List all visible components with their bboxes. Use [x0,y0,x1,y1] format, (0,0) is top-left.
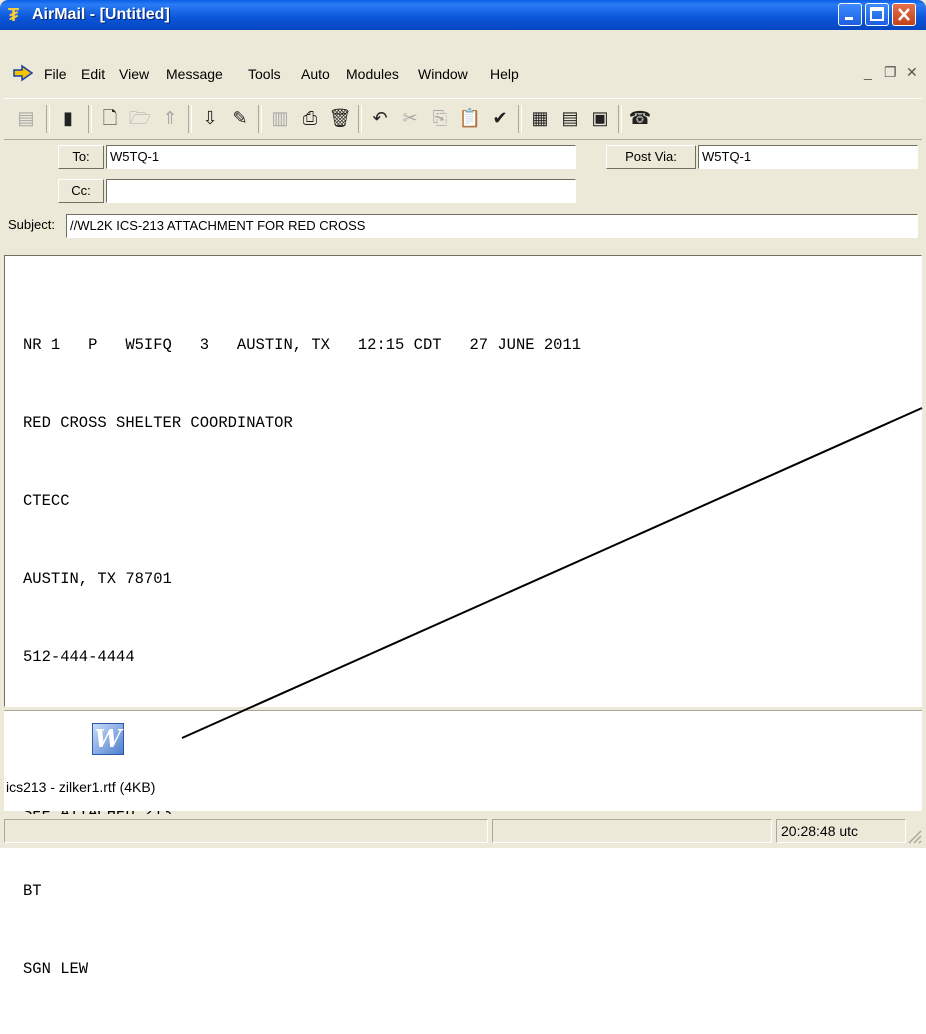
airmail-window: ₮ AirMail - [Untitled] File Edit View Me… [0,0,926,978]
message-line: SGN LEW [23,960,89,978]
message-line: BT [23,882,42,900]
callout-line [181,407,923,739]
